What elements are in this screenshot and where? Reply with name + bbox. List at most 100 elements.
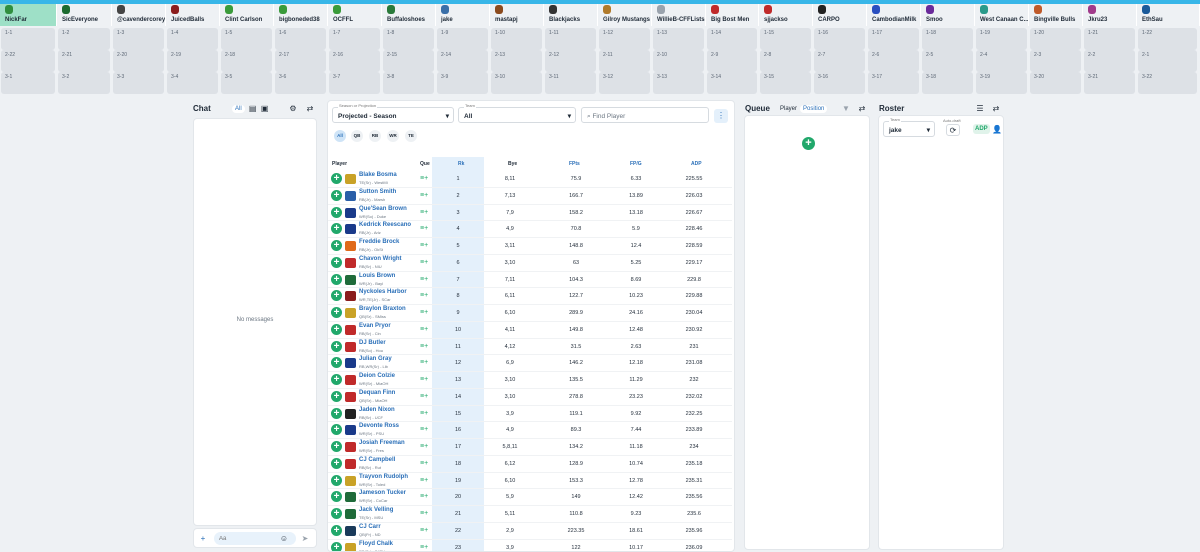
draft-player-button[interactable]: + bbox=[331, 206, 342, 218]
team-header[interactable]: Bingville Bulls bbox=[1029, 4, 1083, 26]
pick-cell[interactable]: 3-4 bbox=[167, 72, 218, 94]
pick-cell[interactable]: 2-18 bbox=[221, 50, 272, 72]
pick-cell[interactable]: 3-9 bbox=[437, 72, 488, 94]
queue-add-icon[interactable]: ≡+ bbox=[420, 460, 428, 468]
team-header[interactable]: bigboneded38 bbox=[274, 4, 328, 26]
draft-player-button[interactable]: + bbox=[331, 390, 342, 402]
queue-add-icon[interactable]: ≡+ bbox=[420, 259, 428, 267]
pick-cell[interactable]: 1-12 bbox=[599, 28, 650, 50]
draft-player-button[interactable]: + bbox=[331, 256, 342, 268]
player-name[interactable]: Nyckoles Harbor bbox=[359, 289, 407, 295]
player-name[interactable]: Devonte Ross bbox=[359, 423, 399, 429]
draft-player-button[interactable]: + bbox=[331, 307, 342, 318]
pick-cell[interactable]: 3-20 bbox=[1030, 72, 1081, 94]
draft-player-button[interactable]: + bbox=[331, 424, 342, 436]
queue-add-icon[interactable]: ≡+ bbox=[420, 410, 428, 418]
position-wr[interactable]: WR bbox=[387, 130, 399, 142]
position-qb[interactable]: QB bbox=[351, 130, 363, 142]
pick-cell[interactable]: 2-8 bbox=[760, 50, 811, 72]
pick-cell[interactable]: 1-21 bbox=[1084, 28, 1135, 50]
pick-cell[interactable]: 1-5 bbox=[221, 28, 272, 50]
team-header[interactable]: WillieB-CFFLists bbox=[652, 4, 706, 26]
queue-add-icon[interactable]: ≡+ bbox=[420, 493, 428, 501]
pick-cell[interactable]: 2-7 bbox=[814, 50, 865, 72]
queue-swap-icon[interactable]: ⇄ bbox=[857, 104, 867, 114]
draft-player-button[interactable]: + bbox=[331, 273, 342, 285]
player-name[interactable]: Jaden Nixon bbox=[359, 407, 395, 413]
player-row[interactable]: + Jack Velling TE(Sr) - MSU ≡+ 21 5,11 110.8 9.… bbox=[328, 506, 732, 523]
draft-player-button[interactable]: + bbox=[331, 290, 342, 302]
pick-cell[interactable]: 3-19 bbox=[976, 72, 1027, 94]
team-header[interactable]: NickFar bbox=[0, 4, 57, 26]
pick-cell[interactable]: 3-18 bbox=[922, 72, 973, 94]
queue-add-icon[interactable]: ≡+ bbox=[420, 393, 428, 401]
draft-player-button[interactable]: + bbox=[331, 173, 342, 184]
player-row[interactable]: + Nyckoles Harbor WR,TE(Jr) - SCar ≡+ 8 6,11 1… bbox=[328, 288, 732, 305]
player-name[interactable]: Que'Sean Brown bbox=[359, 206, 407, 212]
pick-cell[interactable]: 1-20 bbox=[1030, 28, 1081, 50]
player-row[interactable]: + DJ Butler RB(So) - Hou ≡+ 11 4,12 31.5 2.63 23… bbox=[328, 338, 732, 356]
queue-add-icon[interactable]: ≡+ bbox=[420, 292, 428, 300]
col-bye[interactable]: Bye bbox=[508, 161, 517, 167]
player-row[interactable]: + Devonte Ross WR(Sr) - PSU ≡+ 16 4,9 89.3 7.44… bbox=[328, 422, 732, 439]
queue-add-icon[interactable]: ≡+ bbox=[420, 209, 428, 217]
draft-player-button[interactable]: + bbox=[331, 189, 342, 201]
player-search[interactable]: ⌕ Find Player bbox=[581, 107, 709, 123]
draft-player-button[interactable]: + bbox=[331, 223, 342, 235]
player-name[interactable]: Julian Gray bbox=[359, 356, 392, 362]
pick-cell[interactable]: 2-16 bbox=[329, 50, 380, 72]
pick-cell[interactable]: 3-8 bbox=[383, 72, 434, 94]
pick-cell[interactable]: 3-6 bbox=[275, 72, 326, 94]
queue-add-icon[interactable]: ≡+ bbox=[420, 426, 428, 434]
draft-player-button[interactable]: + bbox=[331, 457, 342, 469]
player-row[interactable]: + Trayvon Rudolph WR(Sr) - Toled ≡+ 19 6,10 15… bbox=[328, 472, 732, 490]
filter-icon[interactable]: ▼ bbox=[841, 104, 851, 114]
pick-cell[interactable]: 2-21 bbox=[58, 50, 110, 72]
player-name[interactable]: Louis Brown bbox=[359, 273, 395, 279]
draft-player-button[interactable]: + bbox=[331, 474, 342, 486]
pick-cell[interactable]: 3-16 bbox=[814, 72, 865, 94]
user-settings-icon[interactable]: 👤 bbox=[992, 125, 1002, 135]
pick-cell[interactable]: 3-11 bbox=[545, 72, 596, 94]
col-que[interactable]: Que bbox=[420, 161, 430, 167]
player-row[interactable]: + Julian Gray RB,WR(Sr) - Lib ≡+ 12 6,9 146.2 1… bbox=[328, 355, 732, 372]
queue-add-icon[interactable]: ≡+ bbox=[420, 225, 428, 233]
player-name[interactable]: Dequan Finn bbox=[359, 390, 395, 396]
team-select[interactable]: Team All ▾ bbox=[458, 103, 576, 123]
pick-cell[interactable]: 2-5 bbox=[922, 50, 973, 72]
pick-cell[interactable]: 3-10 bbox=[491, 72, 542, 94]
more-options-icon[interactable]: ⋮ bbox=[714, 109, 728, 123]
pick-cell[interactable]: 1-2 bbox=[58, 28, 110, 50]
queue-add-icon[interactable]: ≡+ bbox=[420, 326, 428, 334]
queue-tab-player[interactable]: Player bbox=[777, 106, 800, 112]
player-name[interactable]: Blake Bosma bbox=[359, 172, 397, 178]
player-row[interactable]: + Dequan Finn QB(Sr) - MiaOH ≡+ 14 3,10 278.8 2… bbox=[328, 388, 732, 406]
pick-cell[interactable]: 3-7 bbox=[329, 72, 380, 94]
position-all[interactable]: All bbox=[334, 130, 346, 142]
team-header[interactable]: EthSau bbox=[1137, 4, 1200, 26]
player-name[interactable]: Sutton Smith bbox=[359, 189, 396, 195]
pick-cell[interactable]: 1-11 bbox=[545, 28, 596, 50]
col-rk[interactable]: Rk bbox=[458, 161, 464, 167]
queue-add-icon[interactable]: ≡+ bbox=[420, 510, 428, 518]
add-to-queue-button[interactable]: + bbox=[802, 137, 815, 150]
queue-add-icon[interactable]: ≡+ bbox=[420, 192, 428, 200]
player-name[interactable]: Kedrick Reescano bbox=[359, 222, 411, 228]
player-row[interactable]: + Sutton Smith RB(Jr) - Marsh ≡+ 2 7,13 166.7 1… bbox=[328, 187, 732, 205]
pick-cell[interactable]: 3-3 bbox=[113, 72, 164, 94]
adp-button[interactable]: ADP bbox=[973, 124, 990, 134]
draft-player-button[interactable]: + bbox=[331, 541, 342, 551]
player-row[interactable]: + Jameson Tucker WR(Sr) - CoCar ≡+ 20 5,9 149 1… bbox=[328, 489, 732, 506]
col-fpts[interactable]: FPts bbox=[569, 161, 580, 167]
team-header[interactable]: Buffaloshoes bbox=[382, 4, 436, 26]
pick-cell[interactable]: 2-14 bbox=[437, 50, 488, 72]
pick-cell[interactable]: 3-21 bbox=[1084, 72, 1135, 94]
team-header[interactable]: Gilroy Mustangs bbox=[598, 4, 652, 26]
pick-cell[interactable]: 1-10 bbox=[491, 28, 542, 50]
pick-cell[interactable]: 2-22 bbox=[1, 50, 55, 72]
team-header[interactable]: Smoo bbox=[921, 4, 975, 26]
team-header[interactable]: @cavendercorey bbox=[112, 4, 166, 26]
player-name[interactable]: DJ Butler bbox=[359, 340, 386, 346]
list-icon[interactable]: ☰ bbox=[975, 104, 985, 114]
queue-add-icon[interactable]: ≡+ bbox=[420, 477, 428, 485]
